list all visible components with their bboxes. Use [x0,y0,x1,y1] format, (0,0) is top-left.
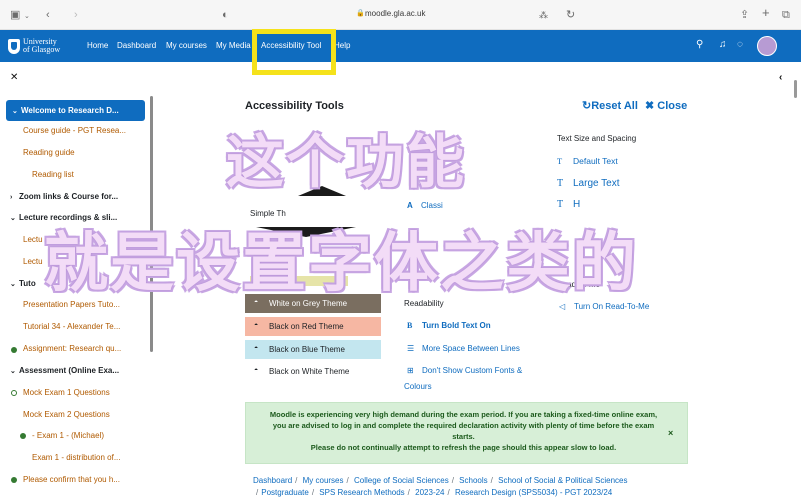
nav-my-courses[interactable]: My courses [166,41,207,50]
annotation-highlight-box [252,29,336,75]
sidebar-toggle-icon[interactable]: ▣ [10,9,20,21]
huge-text-option[interactable]: TH [557,199,580,210]
theme-icon: ◓ [254,322,259,329]
nav-home[interactable]: Home [87,41,108,50]
theme-icon: ◓ [254,367,259,374]
translate-icon[interactable]: ⁂ [539,9,548,21]
breadcrumb-dashboard[interactable]: Dashboard [253,476,292,485]
notifications-icon[interactable]: ♫ [719,39,727,50]
sidebar-item-reading-list[interactable]: Reading list [32,170,74,179]
custom-fonts-option-continued[interactable]: Colours [404,382,432,391]
text-size-icon: T [557,178,564,189]
theme-black-on-white[interactable]: ◓ Black on White Theme [245,362,381,381]
sidebar-item-exam-1-distribution[interactable]: Exam 1 - distribution of... [32,453,120,462]
alert-message: Moodle is experiencing very high demand … [269,410,658,441]
back-icon[interactable]: ‹ [46,9,50,21]
close-button[interactable]: ✖ Close [645,99,687,112]
default-text-option[interactable]: T Default Text [557,156,618,166]
crest-icon [8,38,20,54]
university-logo[interactable]: University of Glasgow [8,35,60,57]
avatar[interactable] [757,36,777,56]
close-icon: ✖ [645,100,658,112]
messages-icon[interactable]: ◌ [737,39,743,50]
nav-dashboard[interactable]: Dashboard [117,41,156,50]
chevron-down-icon[interactable]: ⌄ [24,11,30,23]
alert-message-2: Please do not continually attempt to ref… [310,443,617,452]
new-tab-icon[interactable]: + [762,6,770,19]
breadcrumb-sps-research[interactable]: SPS Research Methods [319,488,404,497]
sidebar-item-course-guide[interactable]: Course guide - PGT Resea... [23,126,126,135]
sidebar-item-please-confirm[interactable]: Please confirm that you h... [23,475,120,484]
exam-demand-alert: Moodle is experiencing very high demand … [245,402,688,464]
breadcrumb: Dashboard / My courses / College of Social… [253,476,628,485]
dismiss-alert-button[interactable]: × [668,428,673,438]
text-size-icon: T [557,156,563,166]
line-spacing-icon: ☰ [407,344,415,353]
site-navbar: University of Glasgow Home Dashboard My … [0,30,801,62]
incomplete-dot-icon [11,390,17,396]
bold-text-option[interactable]: B Turn Bold Text On [407,321,491,330]
breadcrumb-schools[interactable]: Schools [459,476,487,485]
reset-all-button[interactable]: ↻Reset All [582,99,638,112]
sidebar-item-lecture-b[interactable]: Lectu [23,257,43,266]
breadcrumb-college[interactable]: College of Social Sciences [354,476,449,485]
forward-icon[interactable]: › [74,9,78,21]
breadcrumb-my-courses[interactable]: My courses [303,476,344,485]
lock-icon: 🔒 [356,10,365,17]
shield-icon[interactable]: ◐ [222,9,229,21]
theme-black-on-red[interactable]: ◓ Black on Red Theme [245,317,381,336]
theme-icon: ◓ [254,345,259,352]
page-scrollbar[interactable] [794,80,797,98]
font-icon: A [407,201,413,210]
nav-help[interactable]: Help [334,41,350,50]
overlay-caption-line-2: 就是设置字体之类的 [44,227,638,301]
sidebar-item-zoom-links[interactable]: › Zoom links & Course for... [10,192,118,201]
breadcrumb-course[interactable]: Research Design (SPS5034) - PGT 2023/24 [455,488,612,497]
large-text-option[interactable]: T Large Text [557,178,620,189]
breadcrumb-postgraduate[interactable]: Postgraduate [261,488,309,497]
sidebar-item-welcome[interactable]: ⌄ Welcome to Research D... [6,100,145,121]
address-bar[interactable]: moodle.gla.ac.uk [365,9,425,18]
logo-line-2: of Glasgow [23,45,61,54]
sidebar-item-lecture-a[interactable]: Lectu [23,235,43,244]
classic-theme-option[interactable]: A Classi [407,201,443,210]
text-size-icon: T [557,199,564,210]
bold-icon: B [407,321,413,330]
reload-icon[interactable]: ↻ [566,9,575,21]
breadcrumb-row-2: / Postgraduate / SPS Research Methods/ 202… [256,488,613,497]
sidebar-item-tutorials[interactable]: ⌄ Tuto [10,279,36,288]
sidebar-item-assessment[interactable]: ⌄ Assessment (Online Exa... [10,366,119,375]
reset-icon: ↻ [582,100,592,112]
overlay-caption-line-1: 这个功能 [226,128,467,196]
nav-my-media[interactable]: My Media [216,41,251,50]
plus-square-icon: ⊞ [407,366,414,375]
sidebar-item-reading-guide[interactable]: Reading guide [23,148,75,157]
sidebar-item-assignment[interactable]: Assignment: Research qu... [23,344,121,353]
browser-toolbar: ▣ ⌄ ‹ › ◐ 🔒 moodle.gla.ac.uk ⁂ ↻ ⇪ + ⧉ [0,0,801,30]
search-icon[interactable]: ⚲ [696,39,703,50]
sidebar-item-mock-exam-1[interactable]: Mock Exam 1 Questions [23,388,110,397]
theme-black-on-blue[interactable]: ◓ Black on Blue Theme [245,340,381,359]
tabs-overview-icon[interactable]: ⧉ [782,9,790,21]
text-size-heading: Text Size and Spacing [557,134,637,143]
sidebar-item-tutorial-34[interactable]: Tutorial 34 - Alexander Te... [23,322,120,331]
completion-dot-icon [11,477,17,483]
custom-fonts-option[interactable]: ⊞ Don't Show Custom Fonts & [407,366,522,375]
open-block-drawer-icon[interactable]: ‹ [779,72,793,92]
sidebar-item-mock-exam-2[interactable]: Mock Exam 2 Questions [23,410,110,419]
share-icon[interactable]: ⇪ [740,9,749,21]
line-spacing-option[interactable]: ☰ More Space Between Lines [407,344,520,353]
accessibility-title: Accessibility Tools [245,100,344,112]
breadcrumb-school[interactable]: School of Social & Political Sciences [498,476,627,485]
breadcrumb-year[interactable]: 2023-24 [415,488,444,497]
sidebar-item-exam-1[interactable]: - Exam 1 - (Michael) [32,431,104,440]
completion-dot-icon [20,433,26,439]
completion-dot-icon [11,347,17,353]
close-drawer-icon[interactable]: ✕ [10,72,18,83]
